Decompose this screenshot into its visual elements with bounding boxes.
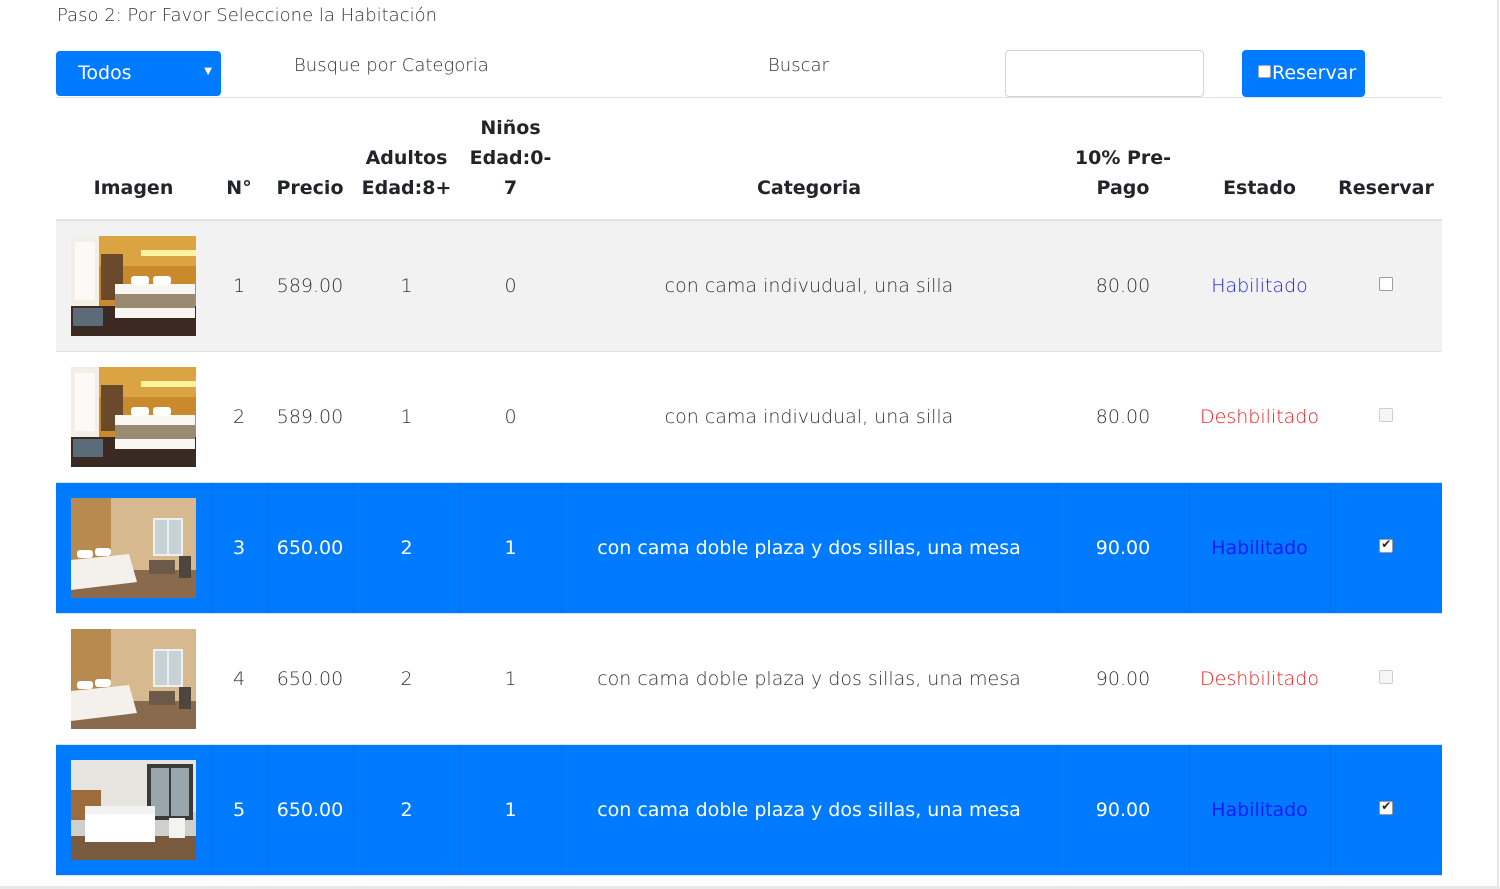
room-image-cell bbox=[56, 613, 211, 745]
room-adults: 1 bbox=[353, 220, 460, 352]
reserve-checkbox[interactable] bbox=[1379, 277, 1393, 292]
header-reserve: Reservar bbox=[1330, 99, 1442, 221]
room-children: 1 bbox=[460, 482, 562, 614]
room-adults: 2 bbox=[353, 744, 461, 876]
room-photo bbox=[71, 628, 196, 729]
table-row[interactable]: 3 650.00 2 1 con cama doble plaza y dos … bbox=[56, 482, 1442, 614]
room-children: 0 bbox=[460, 220, 561, 352]
header-children-line3: 7 bbox=[503, 177, 518, 199]
table-header-row: Imagen N° Precio Adultos Edad:8+ Niños E… bbox=[56, 99, 1442, 221]
room-adults: 1 bbox=[353, 351, 460, 483]
toolbar-divider bbox=[56, 97, 1442, 98]
checkbox-icon bbox=[1258, 65, 1271, 78]
room-children: 0 bbox=[460, 351, 561, 483]
header-children-line2: Edad:0- bbox=[469, 147, 552, 169]
room-category: con cama doble plaza y dos sillas, una m… bbox=[561, 613, 1057, 745]
room-adults: 2 bbox=[353, 482, 461, 614]
room-number: 4 bbox=[211, 613, 267, 745]
room-image-cell bbox=[56, 744, 212, 876]
room-status: Habilitado bbox=[1189, 482, 1331, 614]
reserve-cell bbox=[1330, 351, 1442, 483]
header-image: Imagen bbox=[56, 99, 211, 221]
table-row[interactable]: 4 650.00 2 1 con cama doble plaza y dos … bbox=[56, 613, 1442, 745]
room-prepay: 80.00 bbox=[1057, 351, 1189, 483]
header-number: N° bbox=[211, 99, 267, 221]
room-price: 589.00 bbox=[267, 351, 353, 483]
room-photo bbox=[70, 759, 196, 860]
room-image-cell bbox=[56, 351, 211, 483]
rooms-table: Imagen N° Precio Adultos Edad:8+ Niños E… bbox=[56, 99, 1442, 876]
room-number: 5 bbox=[211, 744, 268, 876]
room-price: 650.00 bbox=[267, 482, 354, 614]
room-category: con cama doble plaza y dos sillas, una m… bbox=[561, 744, 1058, 876]
reserve-checkbox[interactable] bbox=[1379, 799, 1394, 815]
header-price: Precio bbox=[267, 99, 353, 221]
header-adults-line1: Adultos bbox=[365, 147, 448, 169]
header-status: Estado bbox=[1189, 99, 1330, 221]
table-row[interactable]: 1 589.00 1 0 con cama indivudual, una si… bbox=[56, 220, 1442, 352]
header-children-line1: Niños bbox=[480, 117, 541, 139]
room-image-cell bbox=[56, 220, 211, 352]
room-prepay: 90.00 bbox=[1057, 744, 1190, 876]
room-prepay: 90.00 bbox=[1057, 613, 1189, 745]
room-category: con cama indivudual, una silla bbox=[561, 351, 1057, 483]
reserve-button[interactable]: Reservar bbox=[1242, 50, 1365, 97]
room-status: Habilitado bbox=[1189, 220, 1330, 352]
room-image-cell bbox=[56, 482, 212, 614]
page-right-border bbox=[1497, 0, 1499, 889]
reserve-checkbox[interactable] bbox=[1379, 537, 1394, 553]
reserve-checkbox[interactable] bbox=[1379, 670, 1393, 684]
header-prepay: 10% Pre- Pago bbox=[1057, 99, 1189, 221]
category-select-value: Todos bbox=[78, 62, 132, 84]
reserve-cell bbox=[1330, 482, 1442, 614]
chevron-down-icon: ▼ bbox=[204, 66, 212, 77]
room-photo bbox=[71, 366, 196, 467]
room-status: Habilitado bbox=[1189, 744, 1331, 876]
header-category: Categoria bbox=[561, 99, 1057, 221]
room-number: 1 bbox=[211, 220, 267, 352]
room-price: 650.00 bbox=[267, 744, 354, 876]
header-adults-line2: Edad:8+ bbox=[361, 177, 452, 199]
header-adults: Adultos Edad:8+ bbox=[353, 99, 460, 221]
room-category: con cama doble plaza y dos sillas, una m… bbox=[561, 482, 1058, 614]
room-price: 589.00 bbox=[267, 220, 353, 352]
room-status: Deshbilitado bbox=[1189, 613, 1330, 745]
reserve-checkbox[interactable] bbox=[1379, 408, 1393, 422]
header-prepay-line2: Pago bbox=[1096, 177, 1150, 199]
room-category: con cama indivudual, una silla bbox=[561, 220, 1057, 352]
room-prepay: 80.00 bbox=[1057, 220, 1189, 352]
header-children: Niños Edad:0- 7 bbox=[460, 99, 561, 221]
room-photo bbox=[71, 235, 196, 336]
room-number: 3 bbox=[211, 482, 268, 614]
category-filter-label: Busque por Categoria bbox=[294, 55, 489, 76]
room-prepay: 90.00 bbox=[1057, 482, 1190, 614]
step-title: Paso 2: Por Favor Seleccione la Habitaci… bbox=[57, 5, 438, 26]
room-price: 650.00 bbox=[267, 613, 353, 745]
room-status: Deshbilitado bbox=[1189, 351, 1330, 483]
category-select[interactable]: Todos ▼ bbox=[56, 51, 221, 96]
reserve-cell bbox=[1330, 744, 1442, 876]
reserve-cell bbox=[1330, 220, 1442, 352]
header-prepay-line1: 10% Pre- bbox=[1074, 147, 1172, 169]
reserve-cell bbox=[1330, 613, 1442, 745]
search-input[interactable] bbox=[1005, 50, 1204, 97]
room-photo bbox=[70, 497, 196, 598]
room-adults: 2 bbox=[353, 613, 460, 745]
reserve-button-label: Reservar bbox=[1272, 62, 1357, 84]
table-row[interactable]: 5 650.00 2 1 con cama doble plaza y dos … bbox=[56, 744, 1442, 876]
table-row[interactable]: 2 589.00 1 0 con cama indivudual, una si… bbox=[56, 351, 1442, 483]
search-label: Buscar bbox=[768, 55, 829, 76]
room-number: 2 bbox=[211, 351, 267, 483]
room-children: 1 bbox=[460, 744, 562, 876]
room-children: 1 bbox=[460, 613, 561, 745]
